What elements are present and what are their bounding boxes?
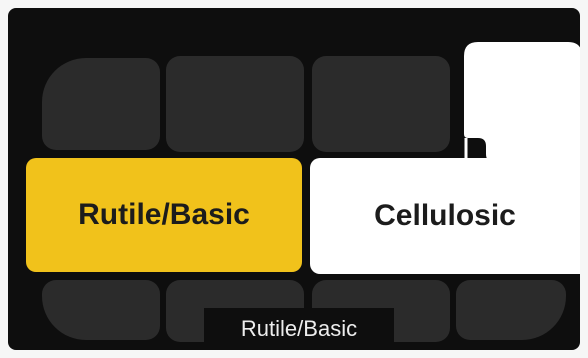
electrode-mode-display: Rutile/Basic Cellulosic Rutile/Basic bbox=[8, 8, 580, 350]
display-segment-bottom-4 bbox=[456, 280, 566, 340]
current-mode-caption: Rutile/Basic bbox=[204, 308, 394, 350]
cellulosic-option[interactable]: Cellulosic bbox=[310, 158, 580, 274]
rutile-basic-label: Rutile/Basic bbox=[78, 198, 250, 231]
rutile-basic-option[interactable]: Rutile/Basic bbox=[26, 158, 302, 272]
display-segment-top-1 bbox=[42, 58, 160, 150]
cellulosic-label: Cellulosic bbox=[374, 199, 516, 232]
current-mode-text: Rutile/Basic bbox=[240, 316, 358, 341]
display-segment-bottom-1 bbox=[42, 280, 160, 340]
display-segment-top-3 bbox=[312, 56, 450, 152]
display-segment-top-2 bbox=[166, 56, 304, 152]
